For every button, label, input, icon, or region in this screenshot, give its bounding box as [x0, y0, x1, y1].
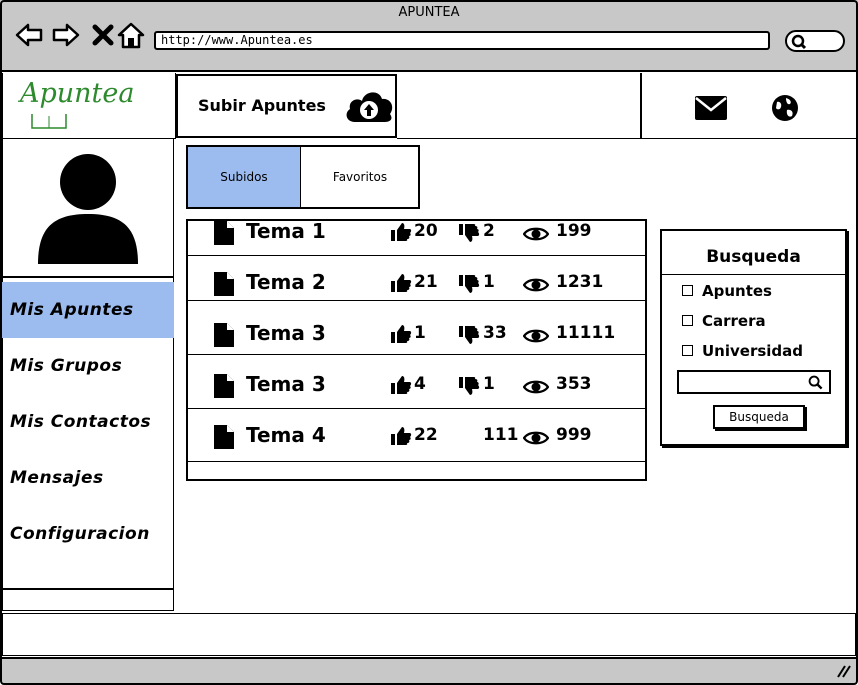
- window-frame: [0, 0, 858, 685]
